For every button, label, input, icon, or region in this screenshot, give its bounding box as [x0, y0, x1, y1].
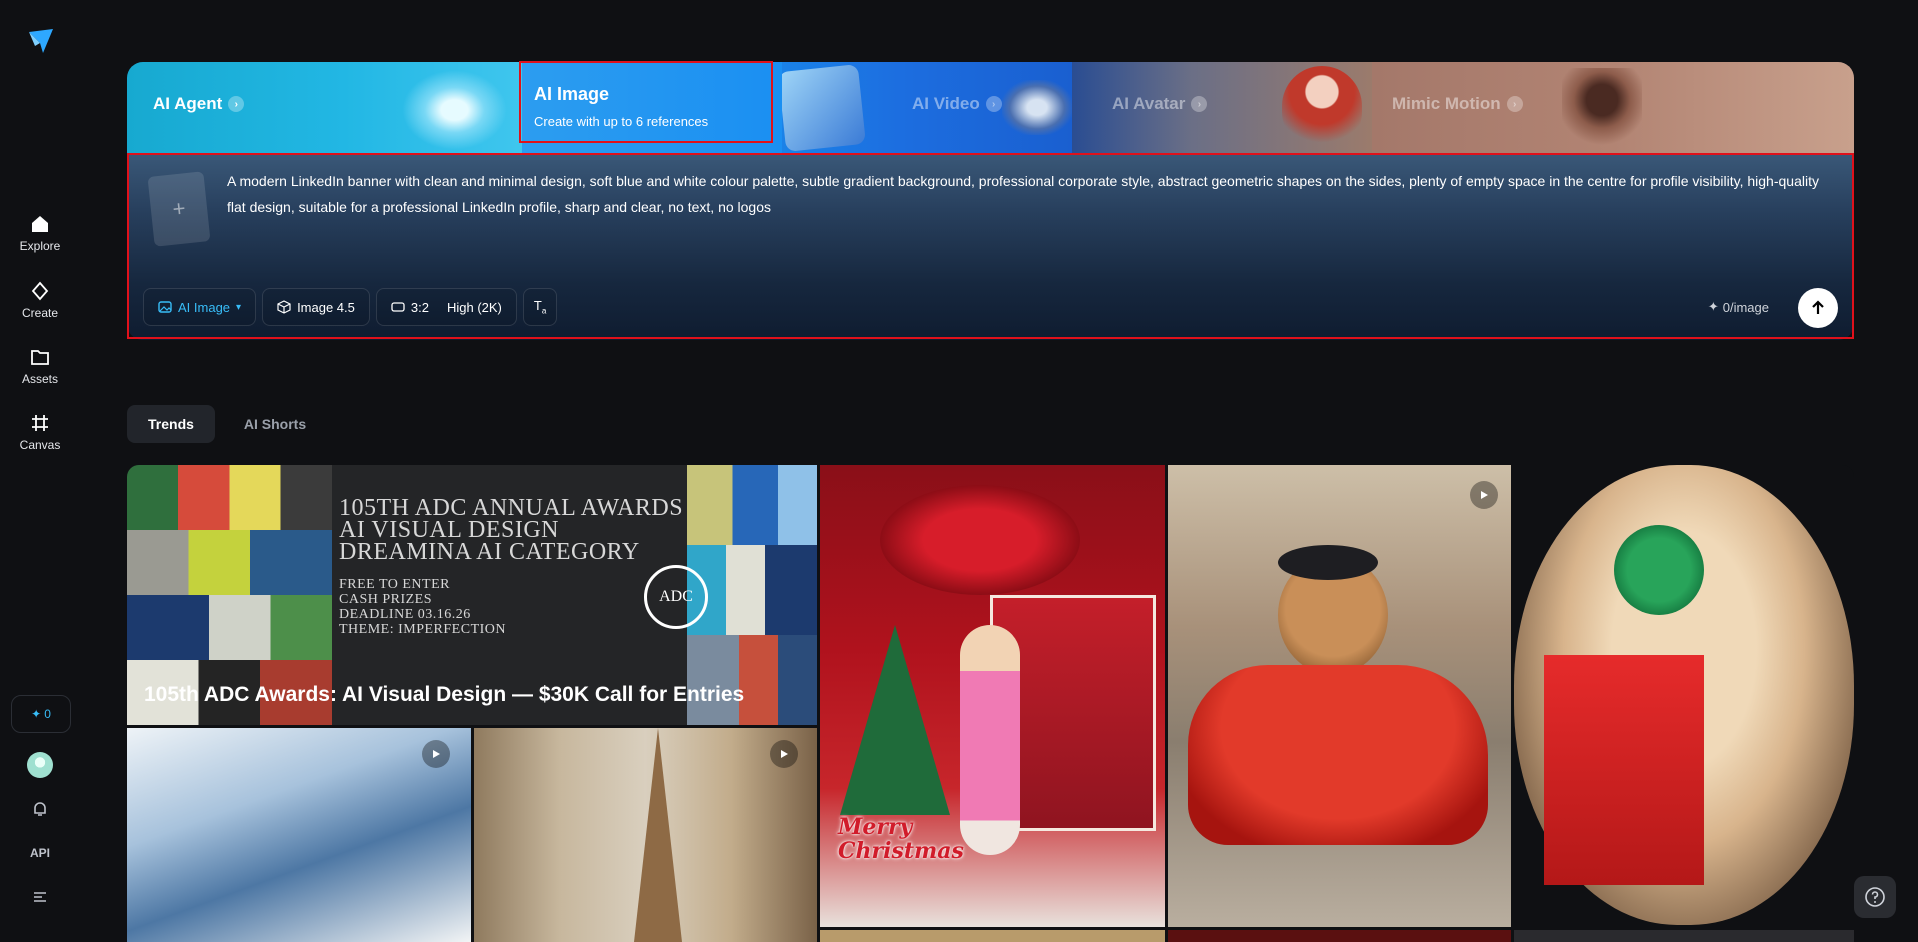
- bell-icon[interactable]: [31, 800, 49, 818]
- help-button[interactable]: [1854, 876, 1896, 918]
- sidebar-item-label: Create: [21, 306, 59, 320]
- tab-ai-video[interactable]: AI Video ›: [782, 62, 1072, 154]
- tab-label: Mimic Motion: [1392, 94, 1501, 113]
- tab-ai-video-label-row: AI Video ›: [912, 94, 1002, 114]
- banner-line: FREE TO ENTER: [339, 577, 450, 592]
- feed-card-gift-girl[interactable]: [1514, 465, 1854, 927]
- sidebar-item-create[interactable]: Create: [0, 280, 80, 320]
- feed-card-bottom-2[interactable]: [820, 930, 1165, 942]
- feed-tabs: Trends AI Shorts: [127, 405, 327, 443]
- tab-ai-agent[interactable]: AI Agent ›: [127, 62, 522, 154]
- banner-small-lines: FREE TO ENTER CASH PRIZES DEADLINE 03.16…: [339, 577, 683, 637]
- bow-shape: [880, 485, 1080, 595]
- tab-trends[interactable]: Trends: [127, 405, 215, 443]
- feed-card-bottom-4[interactable]: [1514, 930, 1854, 942]
- app-logo-icon[interactable]: [26, 26, 56, 56]
- feed-card-dog-car[interactable]: [1168, 465, 1511, 927]
- banner-line: CASH PRIZES: [339, 592, 433, 607]
- sidebar-item-label: Canvas: [19, 438, 61, 452]
- diamond-icon: [31, 281, 49, 301]
- tab-label: AI Avatar: [1112, 94, 1186, 113]
- sidebar-item-label: Explore: [19, 239, 61, 253]
- credits-count: 0: [44, 707, 51, 721]
- beret-shape: [1278, 545, 1378, 580]
- feed-card-christmas[interactable]: Merry Christmas: [820, 465, 1165, 927]
- star-balloon-shape: [1614, 525, 1704, 615]
- chevron-right-icon: ›: [228, 96, 245, 112]
- tree-shape: [840, 625, 950, 815]
- featured-banner[interactable]: 105TH ADC ANNUAL AWARDS AI VISUAL DESIGN…: [127, 465, 817, 725]
- chevron-right-icon: ›: [1506, 96, 1523, 112]
- tab-mimic-motion[interactable]: Mimic Motion ›: [1372, 62, 1854, 154]
- menu-icon[interactable]: [31, 888, 49, 906]
- question-icon: [1865, 887, 1885, 907]
- sidebar-item-canvas[interactable]: Canvas: [0, 412, 80, 452]
- api-link[interactable]: API: [0, 846, 80, 860]
- banner-line: AI VISUAL DESIGN: [339, 517, 559, 543]
- tab-mimic-label-row: Mimic Motion ›: [1392, 94, 1523, 114]
- video-art: [782, 64, 866, 152]
- chevron-right-icon: ›: [985, 96, 1002, 112]
- avatar-art: [1282, 66, 1362, 152]
- sidebar-item-label: Assets: [21, 372, 58, 386]
- banner-title: 105th ADC Awards: AI Visual Design — $30…: [144, 683, 745, 706]
- avatar[interactable]: [27, 752, 53, 778]
- tab-ai-avatar-label-row: AI Avatar ›: [1112, 94, 1208, 114]
- banner-text-block: 105TH ADC ANNUAL AWARDS AI VISUAL DESIGN…: [339, 495, 684, 637]
- canvas-icon: [32, 415, 48, 431]
- home-icon: [32, 216, 48, 232]
- sidebar: Explore Create Assets Canvas ✦ 0 API: [0, 0, 80, 942]
- car-shape: [1188, 665, 1488, 845]
- mimic-art: [1562, 68, 1642, 148]
- sidebar-item-assets[interactable]: Assets: [0, 346, 80, 386]
- folder-icon: [31, 350, 49, 365]
- banner-line: DEADLINE 03.16.26: [339, 607, 471, 622]
- adc-logo: ADC: [644, 565, 708, 629]
- agent-art: [402, 70, 507, 150]
- tower-shape: [634, 728, 682, 942]
- credits-badge[interactable]: ✦ 0: [11, 695, 71, 733]
- doll-figure: [960, 625, 1020, 855]
- tab-ai-agent-label-row: AI Agent ›: [153, 94, 245, 114]
- highlight-prompt-area: [127, 153, 1854, 339]
- tab-ai-shorts[interactable]: AI Shorts: [223, 405, 327, 443]
- chevron-right-icon: ›: [1191, 96, 1208, 112]
- sidebar-item-explore[interactable]: Explore: [0, 213, 80, 253]
- tab-ai-avatar[interactable]: AI Avatar ›: [1072, 62, 1372, 154]
- play-icon[interactable]: [770, 740, 798, 768]
- christmas-text: Merry Christmas: [838, 814, 964, 864]
- banner-line: DREAMINA AI CATEGORY: [339, 539, 640, 565]
- sparkle-icon: ✦: [31, 707, 42, 721]
- banner-line: 105TH ADC ANNUAL AWARDS: [339, 495, 684, 521]
- tab-label: AI Video: [912, 94, 980, 113]
- gift-box-shape: [1544, 655, 1704, 885]
- feed-card-landscape[interactable]: [127, 728, 471, 942]
- video-plane-art: [1002, 80, 1072, 135]
- highlight-ai-image-tab: [519, 61, 773, 143]
- play-icon[interactable]: [422, 740, 450, 768]
- tab-label: AI Agent: [153, 94, 223, 113]
- banner-line: THEME: IMPERFECTION: [339, 622, 506, 637]
- feed-card-paris[interactable]: [474, 728, 817, 942]
- feed-card-bottom-3[interactable]: [1168, 930, 1511, 942]
- play-icon[interactable]: [1470, 481, 1498, 509]
- mode-tabs: AI Agent › AI Image Create with up to 6 …: [127, 62, 1854, 154]
